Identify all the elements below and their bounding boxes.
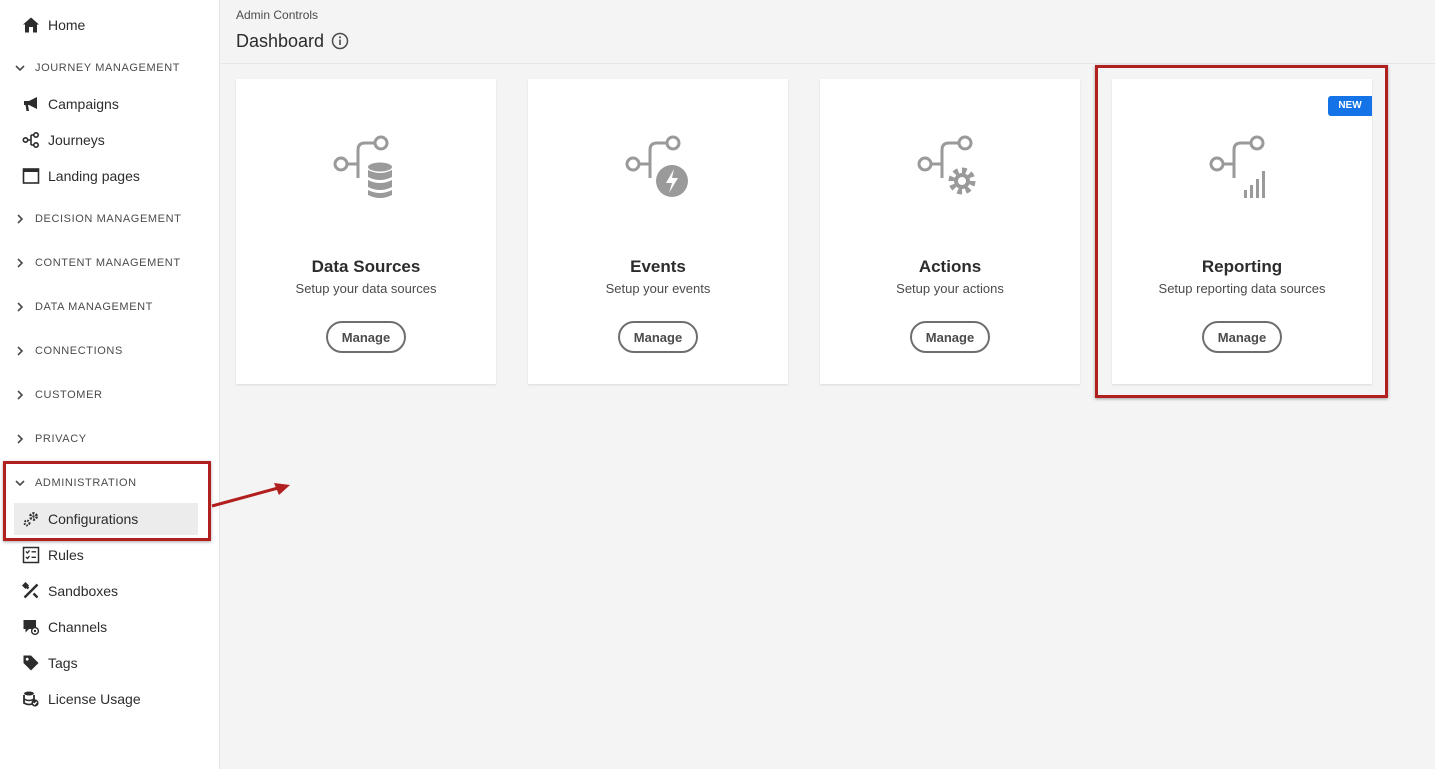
section-label: CONNECTIONS — [35, 345, 123, 357]
annotation-arrow — [211, 483, 290, 508]
chevron-down-icon — [15, 65, 25, 72]
page-title: Dashboard — [236, 31, 325, 51]
tools-icon — [22, 582, 39, 599]
section-label: PRIVACY — [35, 433, 87, 445]
sidebar-item-label: Rules — [48, 547, 84, 563]
home-icon — [23, 17, 39, 33]
sidebar-item-configurations[interactable]: Configurations — [14, 503, 198, 535]
sidebar-item-rules[interactable]: Rules — [0, 539, 210, 571]
section-privacy[interactable]: PRIVACY — [0, 425, 210, 453]
sidebar-item-home[interactable]: Home — [0, 9, 210, 41]
info-icon[interactable] — [331, 32, 349, 50]
manage-button[interactable]: Manage — [910, 321, 990, 353]
sidebar-item-label: Tags — [48, 655, 78, 671]
section-label: DECISION MANAGEMENT — [35, 213, 182, 225]
reporting-icon — [1209, 135, 1265, 198]
card-description: Setup your data sources — [295, 281, 437, 296]
section-data-management[interactable]: DATA MANAGEMENT — [0, 293, 210, 321]
license-icon — [23, 691, 39, 707]
chevron-right-icon — [17, 258, 24, 268]
manage-button[interactable]: Manage — [618, 321, 698, 353]
chevron-right-icon — [17, 390, 24, 400]
card-title: Data Sources — [311, 257, 421, 276]
section-content-management[interactable]: CONTENT MANAGEMENT — [0, 249, 210, 277]
sidebar-item-channels[interactable]: Channels — [0, 611, 210, 643]
section-administration[interactable]: ADMINISTRATION — [0, 469, 210, 497]
page-header: Admin Controls Dashboard — [221, 0, 1435, 64]
section-decision-management[interactable]: DECISION MANAGEMENT — [0, 205, 210, 233]
sidebar-item-sandboxes[interactable]: Sandboxes — [0, 575, 210, 607]
checklist-icon — [22, 546, 40, 564]
new-badge: NEW — [1328, 96, 1372, 116]
channels-icon — [23, 620, 40, 636]
sidebar-item-label: Campaigns — [48, 96, 119, 112]
actions-icon — [917, 135, 976, 195]
sidebar-item-campaigns[interactable]: Campaigns — [0, 88, 210, 120]
events-icon — [625, 135, 688, 197]
sidebar-item-landing-pages[interactable]: Landing pages — [0, 160, 210, 192]
chevron-right-icon — [17, 302, 24, 312]
landing-page-icon — [22, 168, 40, 184]
chevron-down-icon — [15, 480, 25, 487]
card-events: Events Setup your events Manage — [528, 79, 788, 384]
gears-icon — [23, 512, 38, 527]
manage-button[interactable]: Manage — [1202, 321, 1282, 353]
tag-icon — [23, 655, 39, 671]
chevron-right-icon — [17, 214, 24, 224]
manage-button[interactable]: Manage — [326, 321, 406, 353]
section-customer[interactable]: CUSTOMER — [0, 381, 210, 409]
sidebar-item-label: Home — [48, 17, 86, 33]
section-journey-management[interactable]: JOURNEY MANAGEMENT — [0, 54, 210, 82]
sidebar-item-label: License Usage — [48, 691, 141, 707]
section-label: ADMINISTRATION — [35, 477, 137, 489]
chevron-right-icon — [17, 346, 24, 356]
sidebar: Home JOURNEY MANAGEMENT Campaigns Journe… — [0, 0, 220, 769]
data-sources-icon — [333, 135, 392, 198]
card-description: Setup reporting data sources — [1158, 281, 1326, 296]
sidebar-item-label: Sandboxes — [48, 583, 119, 599]
sidebar-item-label: Configurations — [48, 511, 139, 527]
sidebar-item-tags[interactable]: Tags — [0, 647, 210, 679]
chevron-right-icon — [17, 434, 24, 444]
sidebar-item-label: Journeys — [48, 132, 105, 148]
card-title: Actions — [918, 257, 982, 276]
section-connections[interactable]: CONNECTIONS — [0, 337, 210, 365]
card-description: Setup your events — [605, 281, 711, 296]
card-description: Setup your actions — [896, 281, 1004, 296]
sidebar-item-journeys[interactable]: Journeys — [0, 124, 210, 156]
section-label: CONTENT MANAGEMENT — [35, 257, 181, 269]
card-title: Reporting — [1201, 257, 1283, 276]
megaphone-icon — [24, 97, 37, 111]
card-data-sources: Data Sources Setup your data sources Man… — [236, 79, 496, 384]
card-reporting: NEW Reporting Setup reporting data sourc… — [1112, 79, 1372, 384]
section-label: JOURNEY MANAGEMENT — [35, 62, 181, 74]
journey-icon — [22, 131, 40, 149]
card-title: Events — [630, 257, 686, 276]
sidebar-item-label: Channels — [48, 619, 108, 635]
sidebar-item-license-usage[interactable]: License Usage — [0, 683, 210, 715]
breadcrumb[interactable]: Admin Controls — [236, 8, 318, 22]
section-label: CUSTOMER — [35, 389, 103, 401]
sidebar-item-label: Landing pages — [48, 168, 140, 184]
card-actions: Actions Setup your actions Manage — [820, 79, 1080, 384]
section-label: DATA MANAGEMENT — [35, 301, 153, 313]
